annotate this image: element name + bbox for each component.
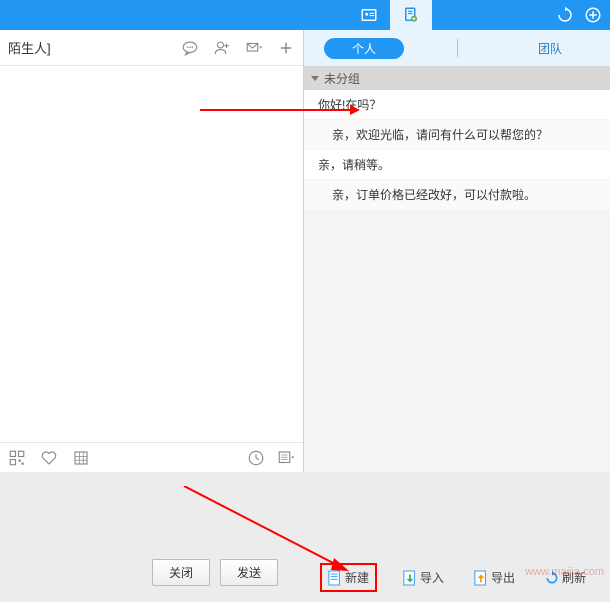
import-button[interactable]: 导入 — [399, 563, 448, 592]
chat-bubble-icon[interactable] — [181, 39, 199, 57]
export-button[interactable]: 导出 — [470, 563, 519, 592]
qrcode-icon[interactable] — [8, 449, 26, 467]
add-contact-icon[interactable] — [213, 39, 231, 57]
mail-dropdown-icon[interactable] — [245, 39, 263, 57]
phrase-item[interactable]: 你好!在吗？ — [304, 90, 610, 120]
contact-card-icon — [360, 6, 378, 24]
header-tab-notes[interactable] — [390, 0, 432, 30]
list-dropdown-icon[interactable] — [277, 449, 295, 467]
header-tab-contacts[interactable] — [348, 0, 390, 30]
tab-team[interactable]: 团队 — [510, 38, 590, 59]
grid-icon[interactable] — [72, 449, 90, 467]
chat-title: 陌生人] — [8, 38, 51, 57]
export-label: 导出 — [491, 569, 515, 586]
phrase-item[interactable]: 亲，请稍等。 — [304, 150, 610, 180]
add-icon[interactable] — [277, 39, 295, 57]
document-import-icon — [403, 570, 417, 586]
heart-icon[interactable] — [40, 449, 58, 467]
chat-panel: 陌生人] — [0, 30, 304, 472]
clock-icon[interactable] — [247, 449, 265, 467]
quick-phrase-panel: 个人 团队 未分组 你好!在吗？ 亲，欢迎光临，请问有什么可以帮您的？ 亲，请稍… — [304, 30, 610, 472]
title-bar — [0, 0, 610, 30]
chat-toolbar — [0, 442, 303, 472]
new-label: 新建 — [345, 569, 369, 586]
tab-personal[interactable]: 个人 — [324, 38, 404, 59]
new-button[interactable]: 新建 — [320, 563, 377, 592]
bottom-bar: 关闭 发送 新建 导入 导出 刷新 — [0, 472, 610, 602]
chat-message-area[interactable] — [0, 66, 303, 442]
refresh-icon[interactable] — [556, 6, 574, 24]
send-button[interactable]: 发送 — [220, 559, 278, 586]
note-add-icon — [402, 6, 420, 24]
chevron-down-icon — [310, 73, 320, 83]
document-export-icon — [474, 570, 488, 586]
group-header[interactable]: 未分组 — [304, 66, 610, 90]
import-label: 导入 — [420, 569, 444, 586]
group-label: 未分组 — [324, 70, 360, 87]
plus-icon[interactable] — [584, 6, 602, 24]
tab-divider — [457, 39, 458, 57]
phrase-item[interactable]: 亲，订单价格已经改好，可以付款啦。 — [304, 180, 610, 210]
close-button[interactable]: 关闭 — [152, 559, 210, 586]
document-new-icon — [328, 570, 342, 586]
phrase-item[interactable]: 亲，欢迎光临，请问有什么可以帮您的？ — [304, 120, 610, 150]
watermark: www.maijia.com — [525, 566, 604, 578]
